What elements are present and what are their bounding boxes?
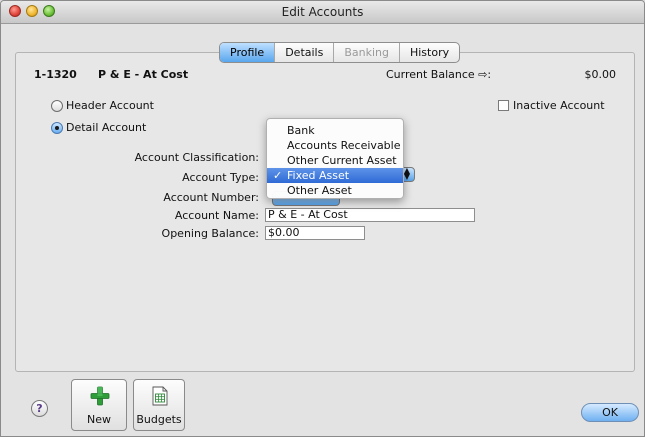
menu-item-other-current-asset[interactable]: Other Current Asset [267, 153, 403, 168]
current-balance-label: Current Balance ⇨: [386, 68, 492, 81]
ok-button[interactable]: OK [581, 403, 639, 422]
account-type-menu: Bank Accounts Receivable Other Current A… [266, 118, 404, 199]
menu-item-accounts-receivable[interactable]: Accounts Receivable [267, 138, 403, 153]
header-account-label: Header Account [66, 99, 154, 112]
checkmark-icon: ✓ [273, 169, 283, 182]
spreadsheet-icon [152, 386, 168, 406]
header-account-radio[interactable] [51, 100, 63, 112]
new-button[interactable]: New [71, 379, 127, 431]
menu-item-other-asset[interactable]: Other Asset [267, 183, 403, 198]
current-balance-value: $0.00 [584, 68, 617, 81]
popup-arrows-icon: ▲ ▼ [403, 166, 410, 181]
budgets-button-label: Budgets [136, 413, 182, 426]
menu-item-fixed-asset-label: Fixed Asset [287, 169, 350, 182]
opening-balance-label: Opening Balance: [161, 227, 259, 240]
tab-profile[interactable]: Profile [220, 43, 276, 62]
detail-account-radio[interactable] [51, 122, 63, 134]
tab-banking: Banking [334, 43, 400, 62]
account-title-display: P & E - At Cost [98, 68, 189, 81]
tab-details[interactable]: Details [275, 43, 335, 62]
account-number-label: Account Number: [163, 191, 259, 204]
window-title: Edit Accounts [281, 5, 364, 19]
menu-item-bank[interactable]: Bank [267, 123, 403, 138]
edit-accounts-window: Edit Accounts Profile Details Banking Hi… [0, 0, 645, 437]
title-bar[interactable]: Edit Accounts [1, 1, 644, 24]
account-classification-label: Account Classification: [134, 151, 259, 164]
budgets-button[interactable]: Budgets [133, 379, 185, 431]
tab-bar: Profile Details Banking History [219, 42, 461, 63]
account-number-display: 1-1320 [34, 68, 77, 81]
plus-icon [90, 386, 110, 406]
inactive-account-label: Inactive Account [513, 99, 605, 112]
account-name-label: Account Name: [174, 209, 259, 222]
new-button-label: New [87, 413, 111, 426]
menu-item-fixed-asset[interactable]: ✓ Fixed Asset [267, 168, 403, 183]
account-type-label: Account Type: [182, 171, 259, 184]
inactive-account-checkbox[interactable] [498, 100, 509, 111]
help-button[interactable]: ? [31, 400, 48, 417]
tab-history[interactable]: History [400, 43, 459, 62]
account-name-field[interactable]: P & E - At Cost [265, 208, 475, 222]
detail-account-label: Detail Account [66, 121, 147, 134]
opening-balance-field[interactable]: $0.00 [265, 226, 365, 240]
